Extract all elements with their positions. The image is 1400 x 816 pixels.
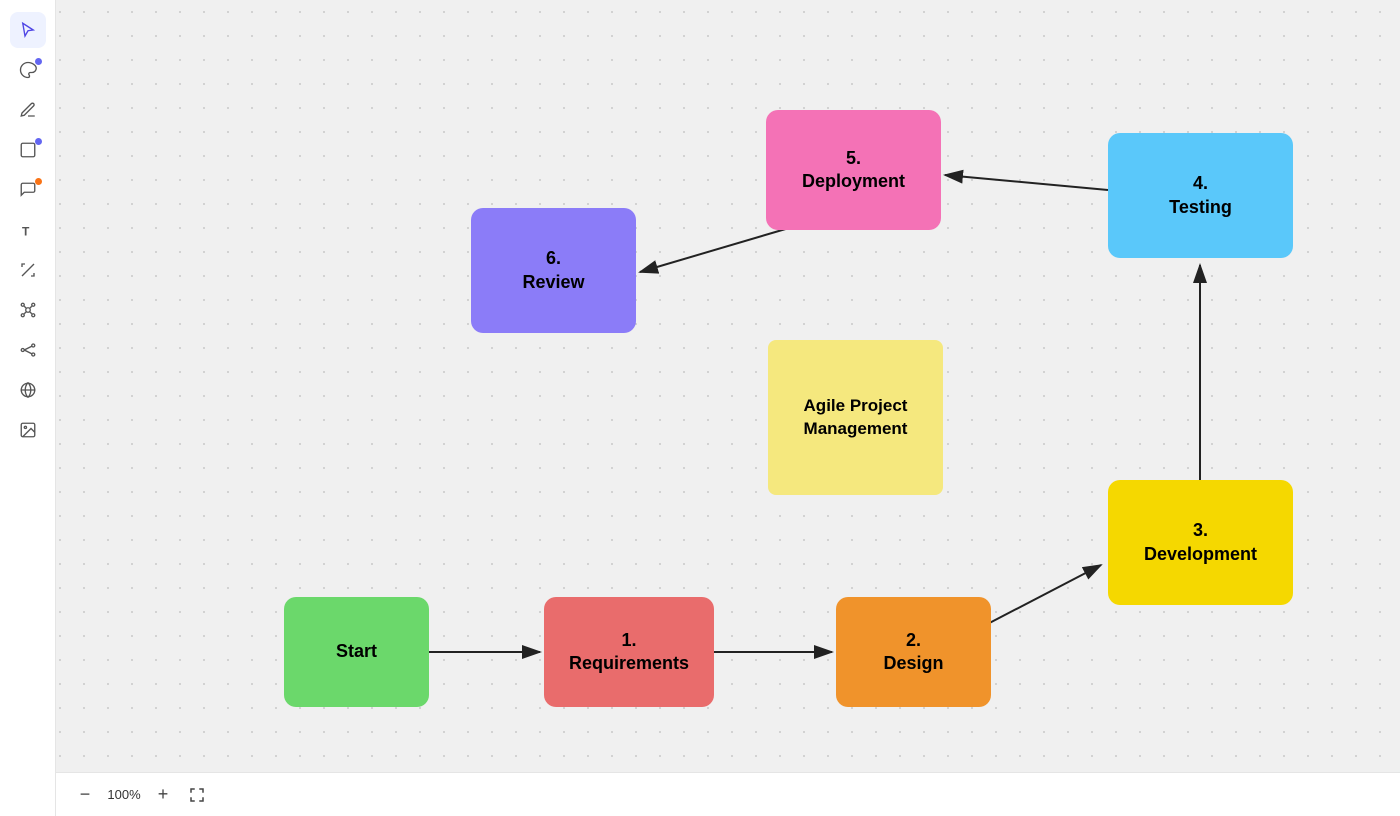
node-development[interactable]: 3. Development — [1108, 480, 1293, 605]
connect-tool[interactable] — [10, 332, 46, 368]
sticky-tool[interactable] — [10, 172, 46, 208]
node-review[interactable]: 6. Review — [471, 208, 636, 333]
zoom-out-button[interactable]: − — [72, 782, 98, 808]
component-tool[interactable] — [10, 292, 46, 328]
node-start[interactable]: Start — [284, 597, 429, 707]
svg-text:T: T — [22, 224, 30, 238]
node-design-label: 2. Design — [883, 629, 943, 676]
pen-tool[interactable] — [10, 92, 46, 128]
bottom-bar: − 100% + — [56, 772, 1400, 816]
globe-tool[interactable] — [10, 372, 46, 408]
image-tool[interactable] — [10, 412, 46, 448]
node-agile[interactable]: Agile Project Management — [768, 340, 943, 495]
select-tool[interactable] — [10, 12, 46, 48]
node-deployment-label: 5. Deployment — [802, 147, 905, 194]
node-requirements[interactable]: 1. Requirements — [544, 597, 714, 707]
text-tool[interactable]: T — [10, 212, 46, 248]
paint-dot — [35, 58, 42, 65]
sticky-dot — [35, 178, 42, 185]
node-agile-label: Agile Project Management — [804, 395, 908, 439]
node-testing[interactable]: 4. Testing — [1108, 133, 1293, 258]
node-testing-label: 4. Testing — [1169, 172, 1232, 219]
node-requirements-label: 1. Requirements — [569, 629, 689, 676]
node-review-label: 6. Review — [522, 247, 584, 294]
zoom-level-display: 100% — [106, 787, 142, 802]
node-deployment[interactable]: 5. Deployment — [766, 110, 941, 230]
zoom-in-button[interactable]: + — [150, 782, 176, 808]
node-design[interactable]: 2. Design — [836, 597, 991, 707]
arrows-overlay — [56, 0, 1400, 816]
node-development-label: 3. Development — [1144, 519, 1257, 566]
line-tool[interactable] — [10, 252, 46, 288]
fit-to-screen-button[interactable] — [184, 782, 210, 808]
sidebar: T — [0, 0, 56, 816]
paint-tool[interactable] — [10, 52, 46, 88]
shape-tool[interactable] — [10, 132, 46, 168]
canvas: Start 1. Requirements 2. Design 3. Devel… — [56, 0, 1400, 816]
shape-dot — [35, 138, 42, 145]
node-start-label: Start — [336, 640, 377, 663]
